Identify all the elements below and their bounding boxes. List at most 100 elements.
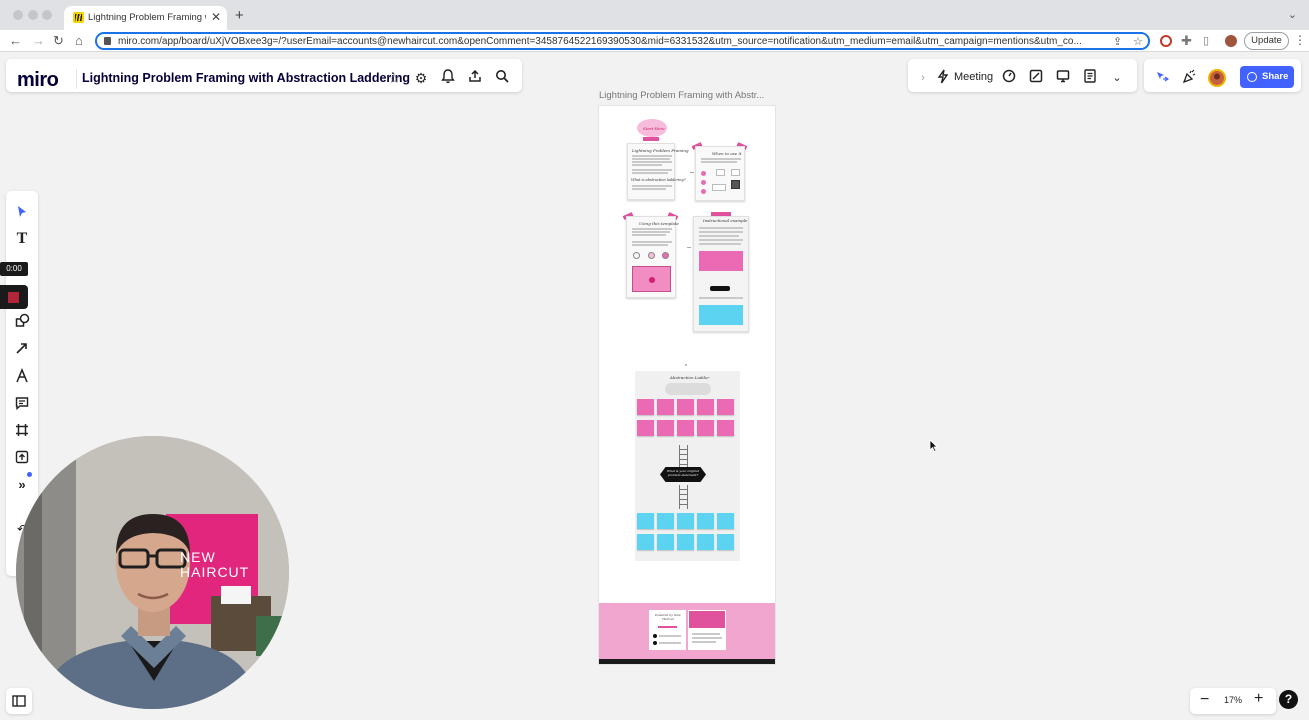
cursor-follow-icon[interactable] (1152, 69, 1170, 87)
sticky-note[interactable] (677, 513, 694, 529)
browser-menu-icon[interactable]: ⋮ (1294, 33, 1306, 47)
sticky-note[interactable] (657, 513, 674, 529)
back-icon[interactable]: ← (9, 33, 22, 49)
export-upload-icon[interactable] (466, 69, 484, 87)
window-close-dot[interactable] (13, 10, 23, 20)
frame-icon[interactable] (6, 419, 38, 441)
user-avatar[interactable] (1208, 69, 1226, 87)
share-page-icon[interactable]: ⇪ (1113, 35, 1122, 48)
comment-icon[interactable] (6, 392, 38, 414)
browser-tab[interactable]: Lightning Problem Framing wit ✕ (64, 6, 227, 30)
notifications-bell-icon[interactable] (439, 69, 457, 87)
notes-icon[interactable] (1081, 69, 1099, 87)
help-button[interactable]: ? (1279, 690, 1298, 709)
board-title[interactable]: Lightning Problem Framing with Abstracti… (82, 71, 410, 85)
pen-icon[interactable] (6, 365, 38, 387)
board-frame[interactable]: Start Here Lightning Problem Framing Wha… (599, 106, 775, 664)
intro-card[interactable]: Lightning Problem Framing What is abstra… (627, 143, 689, 200)
sticky-note[interactable] (697, 513, 714, 529)
zoom-in-button[interactable]: + (1254, 690, 1263, 708)
browser-update-button[interactable]: Update (1244, 32, 1289, 50)
window-maximize-dot[interactable] (42, 10, 52, 20)
board-sidebar-toggle[interactable] (6, 688, 32, 714)
timer-icon[interactable] (1000, 69, 1018, 87)
sticky-note[interactable] (657, 399, 674, 415)
mouse-cursor-icon (929, 439, 938, 457)
problem-statement-box[interactable]: What is your original problem statement? (660, 467, 706, 482)
select-cursor-icon[interactable] (6, 201, 38, 223)
abstraction-question: What is abstraction laddering? (631, 178, 686, 182)
sticky-note[interactable] (717, 513, 734, 529)
star-favorite-icon[interactable]: ☆ (385, 69, 403, 87)
url-field[interactable]: miro.com/app/board/uXjVOBxee3g=/?userEma… (95, 32, 1150, 50)
miro-logo[interactable]: miro (17, 69, 59, 92)
sticky-note[interactable] (717, 420, 734, 436)
frame-label[interactable]: Lightning Problem Framing with Abstr... (599, 90, 764, 101)
extensions-puzzle-icon[interactable]: ✚ (1181, 33, 1192, 49)
instructional-example-card[interactable]: Instructional example (693, 216, 749, 332)
sticky-note[interactable] (697, 534, 714, 550)
sticky-note[interactable] (637, 420, 654, 436)
new-haircut-card[interactable] (688, 610, 726, 650)
sticky-note[interactable] (717, 399, 734, 415)
powered-by-card[interactable]: Powered by New Haircut (649, 610, 686, 650)
connection-arrow-icon[interactable] (6, 337, 38, 359)
celebrate-icon[interactable] (1180, 69, 1198, 87)
sticky-note[interactable] (637, 534, 654, 550)
ladder-down-icon (679, 485, 688, 509)
sidebar-panel-icon (12, 695, 26, 707)
sticky-note[interactable] (677, 420, 694, 436)
forward-icon[interactable]: → (32, 33, 45, 49)
zoom-out-button[interactable]: − (1200, 691, 1209, 709)
timer-badge[interactable]: 0:00 (0, 262, 28, 276)
abstraction-ladder-title: Abstraction Ladder (670, 375, 710, 380)
bookmark-star-icon[interactable]: ☆ (1133, 35, 1143, 48)
text-tool-icon[interactable]: T (6, 228, 38, 250)
profile-avatar-icon[interactable] (1225, 35, 1237, 47)
reload-icon[interactable]: ↻ (53, 33, 64, 49)
shapes-icon[interactable] (6, 310, 38, 332)
example-pink-notes (699, 251, 743, 271)
share-button[interactable]: Share (1240, 66, 1294, 88)
browser-address-bar: ← → ↻ ⌂ miro.com/app/board/uXjVOBxee3g=/… (0, 30, 1309, 52)
sticky-note[interactable] (657, 534, 674, 550)
voting-icon[interactable] (1027, 69, 1045, 87)
timer-text: 0:00 (0, 262, 28, 276)
presentation-icon[interactable] (1054, 69, 1072, 87)
settings-gear-icon[interactable]: ⚙ (412, 69, 430, 87)
sticky-note[interactable] (697, 399, 714, 415)
sidebar-toggle-icon[interactable]: ▯ (1203, 33, 1209, 49)
home-icon[interactable]: ⌂ (75, 33, 83, 49)
sticky-note[interactable] (677, 534, 694, 550)
more-apps-icon[interactable]: » (6, 472, 38, 496)
window-minimize-dot[interactable] (28, 10, 38, 20)
collaboration-toolbar: › Meeting ⌄ (908, 59, 1137, 92)
zoom-level[interactable]: 17% (1224, 695, 1242, 705)
search-icon[interactable] (493, 69, 511, 87)
upload-icon[interactable] (6, 446, 38, 468)
intro-title: Lightning Problem Framing (632, 148, 689, 153)
when-to-use-title: When to use it (712, 151, 742, 156)
example-blue-notes (699, 305, 743, 325)
powered-by-label: Powered by New Haircut (655, 613, 681, 621)
new-tab-icon[interactable]: + (235, 7, 244, 24)
chevron-right-icon[interactable]: › (914, 69, 932, 87)
sticky-note[interactable] (657, 420, 674, 436)
sticky-note[interactable] (637, 399, 654, 415)
pen-color-swatch[interactable] (0, 285, 28, 309)
lightning-icon[interactable] (934, 69, 952, 87)
tab-close-icon[interactable]: ✕ (211, 10, 221, 24)
start-here-tape (643, 137, 659, 141)
abstraction-ladder-area[interactable]: Abstraction Ladder What is your original… (635, 371, 740, 561)
sticky-note[interactable] (677, 399, 694, 415)
meeting-button[interactable]: Meeting (954, 71, 993, 83)
sticky-note[interactable] (637, 513, 654, 529)
using-template-card[interactable]: Using this template (626, 216, 679, 298)
tab-search-chevron-icon[interactable]: ⌄ (1288, 8, 1297, 21)
extension-red-icon[interactable] (1160, 35, 1172, 47)
wall-sign-line2: HAIRCUT (180, 564, 250, 580)
sticky-note[interactable] (697, 420, 714, 436)
when-to-use-card[interactable]: When to use it (695, 146, 745, 201)
more-chevron-down-icon[interactable]: ⌄ (1108, 69, 1126, 87)
sticky-note[interactable] (717, 534, 734, 550)
